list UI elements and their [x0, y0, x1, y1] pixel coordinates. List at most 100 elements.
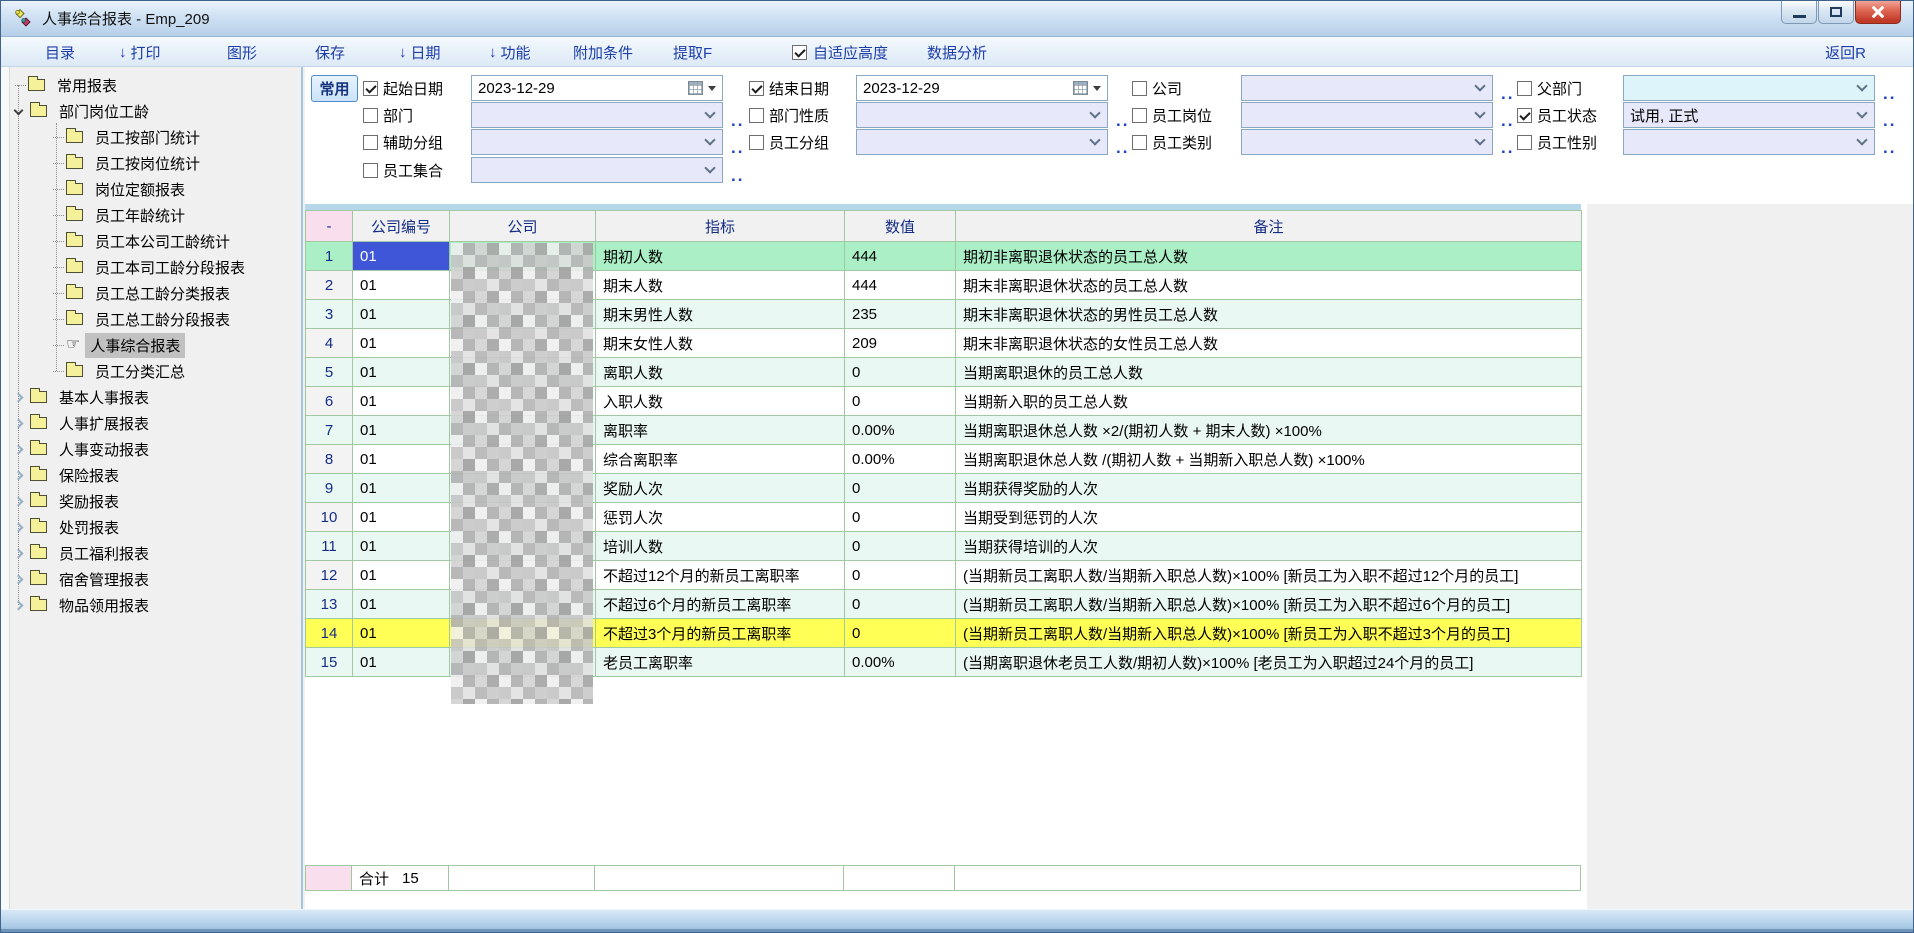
emp-group-checkbox[interactable] — [749, 135, 764, 150]
column-header-remark[interactable]: 备注 — [956, 211, 1582, 242]
aux-group-checkbox[interactable] — [363, 135, 378, 150]
table-row[interactable]: 1201不超过12个月的新员工离职率0(当期新员工离职人数/当期新入职总人数)×… — [306, 561, 1582, 590]
emp-gender-browse-button[interactable]: .. — [1883, 129, 1896, 155]
emp-set-checkbox[interactable] — [363, 163, 378, 178]
end-date-checkbox[interactable] — [749, 81, 764, 96]
tree-item-emp-age-stats[interactable]: 员工年龄统计 — [53, 203, 190, 227]
chevron-down-icon[interactable] — [1856, 134, 1867, 145]
tree-item-dormitory-reports[interactable]: 宿舍管理报表 — [15, 567, 154, 591]
emp-position-browse-button[interactable]: .. — [1501, 102, 1514, 128]
company-select[interactable] — [1241, 75, 1493, 101]
chevron-down-icon[interactable] — [1089, 134, 1100, 145]
calendar-icon[interactable] — [688, 81, 703, 95]
tree-item-basic-hr-reports[interactable]: 基本人事报表 — [15, 385, 154, 409]
chevron-down-icon[interactable] — [14, 105, 24, 115]
emp-group-select[interactable] — [856, 129, 1108, 155]
chevron-down-icon[interactable] — [704, 134, 715, 145]
tree-item-supplies-reports[interactable]: 物品领用报表 — [15, 593, 154, 617]
tree-item-position-quota[interactable]: 岗位定额报表 — [53, 177, 190, 201]
parent-dept-select[interactable] — [1623, 75, 1875, 101]
table-row[interactable]: 401期末女性人数209期末非离职退休状态的女性员工总人数 — [306, 329, 1582, 358]
column-header-index[interactable]: - — [306, 211, 353, 242]
table-row[interactable]: 101期初人数444期初非离职退休状态的员工总人数 — [306, 242, 1582, 271]
tree-item-emp-by-position[interactable]: 员工按岗位统计 — [53, 151, 205, 175]
minimize-button[interactable] — [1781, 1, 1817, 24]
menu-item-catalog[interactable]: 目录 — [45, 37, 75, 67]
emp-position-checkbox[interactable] — [1132, 108, 1147, 123]
tree-item-common-reports[interactable]: 常用报表 — [15, 73, 122, 97]
menu-item-print[interactable]: ↓打印 — [119, 37, 161, 67]
chevron-down-icon[interactable] — [704, 107, 715, 118]
table-row[interactable]: 1101培训人数0当期获得培训的人次 — [306, 532, 1582, 561]
tree-item-dept-position-tenure[interactable]: 部门岗位工龄 — [15, 99, 154, 123]
chevron-down-icon[interactable] — [1474, 107, 1485, 118]
close-button[interactable] — [1855, 1, 1901, 24]
table-row[interactable]: 1001惩罚人次0当期受到惩罚的人次 — [306, 503, 1582, 532]
chevron-down-icon[interactable] — [1856, 107, 1867, 118]
chevron-right-icon[interactable] — [14, 522, 24, 532]
tree-item-total-tenure-segment[interactable]: 员工总工龄分段报表 — [53, 307, 235, 331]
tree-item-emp-by-dept[interactable]: 员工按部门统计 — [53, 125, 205, 149]
tree-item-emp-welfare-reports[interactable]: 员工福利报表 — [15, 541, 154, 565]
chevron-right-icon[interactable] — [14, 444, 24, 454]
chevron-right-icon[interactable] — [14, 600, 24, 610]
company-checkbox[interactable] — [1132, 81, 1147, 96]
menu-item-return[interactable]: 返回R — [1825, 37, 1866, 67]
tree-item-insurance-reports[interactable]: 保险报表 — [15, 463, 124, 487]
dept-type-checkbox[interactable] — [749, 108, 764, 123]
emp-position-select[interactable] — [1241, 102, 1493, 128]
chevron-right-icon[interactable] — [14, 418, 24, 428]
table-row[interactable]: 301期末男性人数235期末非离职退休状态的男性员工总人数 — [306, 300, 1582, 329]
dropdown-arrow-icon[interactable] — [1093, 86, 1101, 91]
table-row[interactable]: 601入职人数0当期新入职的员工总人数 — [306, 387, 1582, 416]
parent-dept-browse-button[interactable]: .. — [1883, 75, 1896, 101]
chevron-right-icon[interactable] — [14, 548, 24, 558]
emp-category-browse-button[interactable]: .. — [1501, 129, 1514, 155]
emp-set-browse-button[interactable]: .. — [731, 157, 744, 183]
tree-item-hr-change-reports[interactable]: 人事变动报表 — [15, 437, 154, 461]
menu-item-graph[interactable]: 图形 — [227, 37, 257, 67]
maximize-button[interactable] — [1818, 1, 1854, 24]
menu-item-function[interactable]: ↓功能 — [489, 37, 531, 67]
column-header-value[interactable]: 数值 — [845, 211, 956, 242]
aux-group-select[interactable] — [471, 129, 723, 155]
tree-item-company-tenure-stats[interactable]: 员工本公司工龄统计 — [53, 229, 235, 253]
emp-set-select[interactable] — [471, 157, 723, 183]
emp-gender-checkbox[interactable] — [1517, 135, 1532, 150]
start-date-checkbox[interactable] — [363, 81, 378, 96]
dept-type-select[interactable] — [856, 102, 1108, 128]
menu-item-extra-condition[interactable]: 附加条件 — [573, 37, 633, 67]
dropdown-arrow-icon[interactable] — [708, 86, 716, 91]
company-browse-button[interactable]: .. — [1501, 75, 1514, 101]
tree-item-hr-extended-reports[interactable]: 人事扩展报表 — [15, 411, 154, 435]
emp-status-browse-button[interactable]: .. — [1883, 102, 1896, 128]
menu-item-auto-height[interactable]: 自适应高度 — [792, 37, 888, 67]
chevron-down-icon[interactable] — [1474, 80, 1485, 91]
emp-gender-select[interactable] — [1623, 129, 1875, 155]
column-header-company-code[interactable]: 公司编号 — [353, 211, 450, 242]
dept-select[interactable] — [471, 102, 723, 128]
menu-item-extract[interactable]: 提取F — [673, 37, 712, 67]
emp-status-checkbox[interactable] — [1517, 108, 1532, 123]
menu-item-date[interactable]: ↓日期 — [399, 37, 441, 67]
chevron-down-icon[interactable] — [1089, 107, 1100, 118]
table-row[interactable]: 201期末人数444期末非离职退休状态的员工总人数 — [306, 271, 1582, 300]
tree-item-emp-classification-summary[interactable]: 员工分类汇总 — [53, 359, 190, 383]
start-date-input[interactable]: 2023-12-29 — [471, 75, 723, 101]
chevron-right-icon[interactable] — [14, 496, 24, 506]
chevron-right-icon[interactable] — [14, 470, 24, 480]
emp-status-select[interactable]: 试用, 正式 — [1623, 102, 1875, 128]
chevron-down-icon[interactable] — [1856, 80, 1867, 91]
auto-height-checkbox[interactable] — [792, 45, 807, 60]
emp-category-checkbox[interactable] — [1132, 135, 1147, 150]
parent-dept-checkbox[interactable] — [1517, 81, 1532, 96]
calendar-icon[interactable] — [1073, 81, 1088, 95]
column-header-metric[interactable]: 指标 — [596, 211, 845, 242]
chevron-right-icon[interactable] — [14, 392, 24, 402]
tree-item-total-tenure-category[interactable]: 员工总工龄分类报表 — [53, 281, 235, 305]
table-row-highlighted[interactable]: 1401不超过3个月的新员工离职率0(当期新员工离职人数/当期新入职总人数)×1… — [306, 619, 1582, 648]
table-row[interactable]: 801综合离职率0.00%当期离职退休总人数 /(期初人数 + 当期新入职总人数… — [306, 445, 1582, 474]
tree-item-reward-reports[interactable]: 奖励报表 — [15, 489, 124, 513]
dept-type-browse-button[interactable]: .. — [1116, 102, 1129, 128]
chevron-down-icon[interactable] — [1474, 134, 1485, 145]
